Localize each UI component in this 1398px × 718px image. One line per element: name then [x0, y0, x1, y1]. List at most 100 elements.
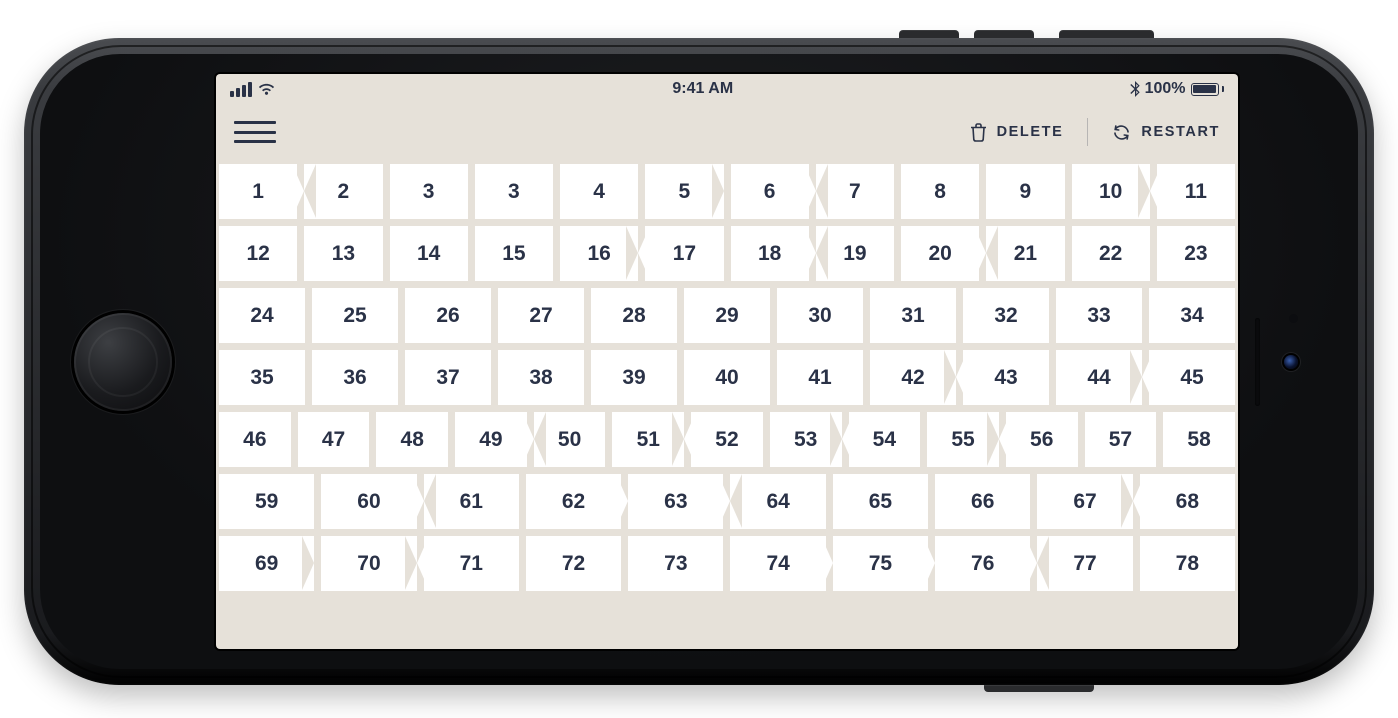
tile-number: 17	[673, 242, 696, 266]
number-tile[interactable]: 7	[816, 164, 894, 219]
number-tile[interactable]: 15	[475, 226, 553, 281]
number-tile[interactable]: 33	[1056, 288, 1142, 343]
number-tile[interactable]: 25	[312, 288, 398, 343]
number-tile[interactable]: 50	[534, 412, 606, 467]
number-tile[interactable]: 49	[455, 412, 527, 467]
home-button[interactable]	[74, 313, 172, 411]
number-tile[interactable]: 22	[1072, 226, 1150, 281]
number-tile[interactable]: 41	[777, 350, 863, 405]
number-tile[interactable]: 11	[1157, 164, 1235, 219]
volume-down-button[interactable]	[899, 30, 959, 38]
number-tile[interactable]: 71	[424, 536, 519, 591]
number-tile[interactable]: 63	[628, 474, 723, 529]
menu-button[interactable]	[234, 118, 276, 146]
number-tile[interactable]: 31	[870, 288, 956, 343]
number-tile[interactable]: 38	[498, 350, 584, 405]
number-tile[interactable]: 68	[1140, 474, 1235, 529]
number-tile[interactable]: 19	[816, 226, 894, 281]
number-tile[interactable]: 74	[730, 536, 825, 591]
number-tile[interactable]: 59	[219, 474, 314, 529]
number-tile[interactable]: 52	[691, 412, 763, 467]
number-tile[interactable]: 14	[390, 226, 468, 281]
number-tile[interactable]: 44	[1056, 350, 1142, 405]
delete-label: DELETE	[997, 124, 1064, 140]
tile-number: 75	[869, 552, 892, 576]
volume-up-button[interactable]	[974, 30, 1034, 38]
number-tile[interactable]: 20	[901, 226, 979, 281]
number-tile[interactable]: 76	[935, 536, 1030, 591]
number-tile[interactable]: 72	[526, 536, 621, 591]
number-tile[interactable]: 6	[731, 164, 809, 219]
number-tile[interactable]: 45	[1149, 350, 1235, 405]
number-tile[interactable]: 46	[219, 412, 291, 467]
number-tile[interactable]: 67	[1037, 474, 1132, 529]
battery-icon	[1191, 83, 1225, 96]
number-tile[interactable]: 3	[390, 164, 468, 219]
number-tile[interactable]: 30	[777, 288, 863, 343]
side-switch[interactable]	[984, 685, 1094, 692]
number-tile[interactable]: 75	[833, 536, 928, 591]
number-tile[interactable]: 62	[526, 474, 621, 529]
number-tile[interactable]: 40	[684, 350, 770, 405]
number-tile[interactable]: 27	[498, 288, 584, 343]
tile-number: 40	[715, 366, 738, 390]
number-tile[interactable]: 17	[645, 226, 723, 281]
tile-number: 2	[338, 180, 350, 204]
number-tile[interactable]: 3	[475, 164, 553, 219]
number-tile[interactable]: 28	[591, 288, 677, 343]
number-tile[interactable]: 66	[935, 474, 1030, 529]
number-tile[interactable]: 21	[986, 226, 1064, 281]
tile-number: 41	[808, 366, 831, 390]
number-tile[interactable]: 24	[219, 288, 305, 343]
power-button[interactable]	[1059, 30, 1154, 38]
number-tile[interactable]: 35	[219, 350, 305, 405]
number-tile[interactable]: 1	[219, 164, 297, 219]
number-tile[interactable]: 77	[1037, 536, 1132, 591]
tile-number: 3	[423, 180, 435, 204]
number-tile[interactable]: 47	[298, 412, 370, 467]
number-tile[interactable]: 36	[312, 350, 398, 405]
number-tile[interactable]: 53	[770, 412, 842, 467]
tile-number: 70	[357, 552, 380, 576]
number-tile[interactable]: 29	[684, 288, 770, 343]
delete-button[interactable]: DELETE	[970, 123, 1064, 142]
status-time: 9:41 AM	[672, 80, 733, 98]
grid-row: 2425262728 29 3031323334	[219, 288, 1235, 343]
number-tile[interactable]: 56	[1006, 412, 1078, 467]
number-tile[interactable]: 34	[1149, 288, 1235, 343]
number-tile[interactable]: 26	[405, 288, 491, 343]
number-tile[interactable]: 9	[986, 164, 1064, 219]
number-tile[interactable]: 78	[1140, 536, 1235, 591]
number-tile[interactable]: 43	[963, 350, 1049, 405]
number-tile[interactable]: 8	[901, 164, 979, 219]
number-tile[interactable]: 10	[1072, 164, 1150, 219]
number-tile[interactable]: 32	[963, 288, 1049, 343]
restart-button[interactable]: RESTART	[1112, 123, 1220, 142]
number-tile[interactable]: 69	[219, 536, 314, 591]
number-tile[interactable]: 60	[321, 474, 416, 529]
number-tile[interactable]: 70	[321, 536, 416, 591]
number-tile[interactable]: 57	[1085, 412, 1157, 467]
number-tile[interactable]: 37	[405, 350, 491, 405]
number-tile[interactable]: 65	[833, 474, 928, 529]
number-tile[interactable]: 73	[628, 536, 723, 591]
tile-number: 29	[715, 304, 738, 328]
number-tile[interactable]: 61	[424, 474, 519, 529]
number-tile[interactable]: 16	[560, 226, 638, 281]
number-tile[interactable]: 23	[1157, 226, 1235, 281]
number-tile[interactable]: 13	[304, 226, 382, 281]
number-tile[interactable]: 12	[219, 226, 297, 281]
number-tile[interactable]: 64	[730, 474, 825, 529]
number-tile[interactable]: 2	[304, 164, 382, 219]
number-tile[interactable]: 39	[591, 350, 677, 405]
number-tile[interactable]: 58	[1163, 412, 1235, 467]
number-tile[interactable]: 18	[731, 226, 809, 281]
number-tile[interactable]: 55	[927, 412, 999, 467]
number-tile[interactable]: 48	[376, 412, 448, 467]
number-tile[interactable]: 5	[645, 164, 723, 219]
number-tile[interactable]: 51	[612, 412, 684, 467]
number-tile[interactable]: 54	[849, 412, 921, 467]
number-tile[interactable]: 4	[560, 164, 638, 219]
number-tile[interactable]: 42	[870, 350, 956, 405]
grid-row: 59606162636465666768	[219, 474, 1235, 529]
